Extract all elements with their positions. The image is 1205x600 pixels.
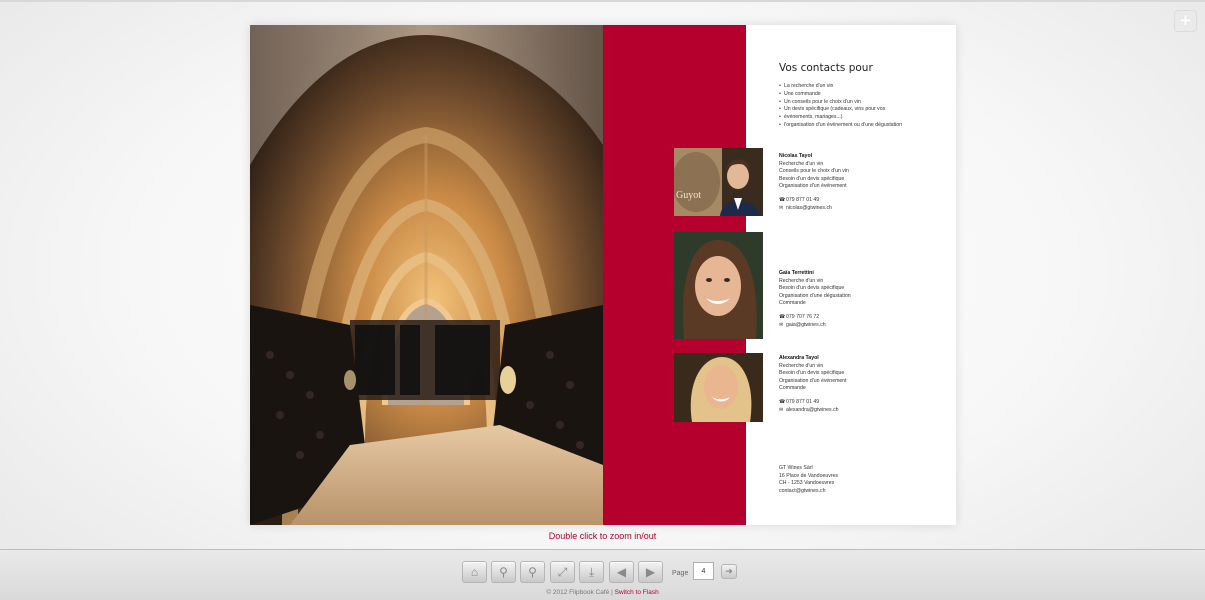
contact-email: alexandra@gtwines.ch [786, 406, 839, 413]
page-label: Page [672, 570, 689, 577]
contact-photo-alexandra [674, 353, 763, 422]
contact-reasons-list: La recherche d'un vin Une commande Un co… [779, 83, 944, 130]
previous-page-button[interactable]: ◀ [609, 561, 634, 583]
contact-card-alexandra: Alexandra Tayol Recherche d'un vin Besoi… [779, 355, 949, 414]
switch-to-flash-link[interactable]: Switch to Flash [615, 589, 659, 596]
contact-name: Alexandra Tayol [779, 355, 819, 361]
company-address: GT Wines Sàrl 16 Place de Vandoeuvres CH… [779, 465, 838, 495]
arrow-left-icon: ◀ [616, 565, 627, 579]
contact-photo-nicolas: Guyot [674, 148, 763, 216]
contacts-title: Vos contacts pour [779, 62, 873, 74]
contact-photo-gaia [674, 232, 763, 339]
contact-role: Conseils pour le choix d'un vin [779, 168, 849, 175]
footer: © 2012 Flipbook Café | Switch to Flash [0, 589, 1205, 596]
contact-phone: 079 877 01 49 [786, 196, 820, 203]
top-border [0, 0, 1205, 2]
list-item: La recherche d'un vin [779, 83, 944, 91]
go-to-page-button[interactable]: ➜ [721, 564, 737, 579]
fullscreen-button[interactable]: ⤢ [550, 561, 575, 583]
contact-phone: 079 877 01 49 [786, 398, 820, 405]
arrow-right-icon: ▶ [645, 565, 656, 579]
list-item: événements, mariages...) [779, 114, 944, 122]
contact-role: Besoin d'un devis spécifique [779, 175, 845, 182]
zoom-out-button[interactable]: ⚲ [520, 561, 545, 583]
email-icon: ✉ [779, 406, 784, 413]
list-item: Un conseils pour le choix d'un vin [779, 99, 944, 107]
expand-plus-icon[interactable]: + [1174, 10, 1197, 32]
contact-role: Organisation d'une dégustation [779, 292, 851, 299]
contact-role: Organisation d'un événement [779, 377, 847, 384]
home-button[interactable]: ⌂ [462, 561, 487, 583]
footer-copyright: © 2012 Flipbook Café [546, 589, 610, 596]
contact-card-nicolas: Nicolas Tayol Recherche d'un vin Conseil… [779, 153, 949, 212]
contact-name: Gaïa Terrettini [779, 270, 814, 276]
contact-role: Besoin d'un devis spécifique [779, 370, 845, 377]
phone-icon: ☎ [779, 196, 786, 203]
zoom-hint: Double click to zoom in/out [548, 531, 657, 541]
arrow-right-icon: ➜ [725, 566, 733, 576]
phone-icon: ☎ [779, 313, 786, 320]
zoom-in-button[interactable]: ⚲ [491, 561, 516, 583]
list-item: Un devis spécifique (cadeaux, vins pour … [779, 106, 944, 114]
contact-role: Commande [779, 385, 806, 392]
address-line: contact@gtwines.ch [779, 487, 826, 494]
contact-role: Besoin d'un devis spécifique [779, 285, 845, 292]
list-item: l'organisation d'un événement ou d'une d… [779, 122, 944, 130]
contact-role: Recherche d'un vin [779, 362, 824, 369]
next-page-button[interactable]: ▶ [638, 561, 663, 583]
list-item: Une commande [779, 91, 944, 99]
footer-separator: | [611, 589, 613, 596]
contact-card-gaia: Gaïa Terrettini Recherche d'un vin Besoi… [779, 270, 949, 329]
address-line: 16 Place de Vandoeuvres [779, 472, 839, 479]
fullscreen-icon: ⤢ [557, 565, 568, 579]
page-number-input[interactable] [693, 562, 714, 580]
contact-email: gaia@gtwines.ch [786, 321, 826, 328]
contact-role: Recherche d'un vin [779, 160, 824, 167]
contact-phone: 079 707 76 72 [786, 313, 820, 320]
flipbook-spread[interactable]: Vos contacts pour La recherche d'un vin … [250, 25, 956, 525]
contact-email: nicolas@gtwines.ch [786, 204, 832, 211]
email-icon: ✉ [779, 204, 784, 211]
download-button[interactable]: ⤓ [579, 561, 604, 583]
download-icon: ⤓ [588, 565, 595, 579]
barrel-label: Guyot [676, 190, 701, 201]
zoom-out-icon: ⚲ [528, 565, 537, 579]
zoom-in-icon: ⚲ [499, 565, 508, 579]
contact-role: Recherche d'un vin [779, 277, 824, 284]
contact-name: Nicolas Tayol [779, 153, 813, 159]
contact-role: Organisation d'un événement [779, 183, 847, 190]
left-page-cellar-photo [250, 25, 603, 525]
phone-icon: ☎ [779, 398, 786, 405]
right-page-contacts: Vos contacts pour La recherche d'un vin … [603, 25, 956, 525]
wine-cellar-image [250, 25, 603, 525]
viewer-toolbar: ⌂ ⚲ ⚲ ⤢ ⤓ ◀ ▶ Page ➜ © 2012 Flipbook Caf… [0, 549, 1205, 600]
home-icon: ⌂ [470, 565, 479, 579]
email-icon: ✉ [779, 321, 784, 328]
contact-role: Commande [779, 300, 806, 307]
address-line: CH - 1253 Vandoeuvres [779, 480, 835, 487]
address-line: GT Wines Sàrl [779, 465, 813, 471]
